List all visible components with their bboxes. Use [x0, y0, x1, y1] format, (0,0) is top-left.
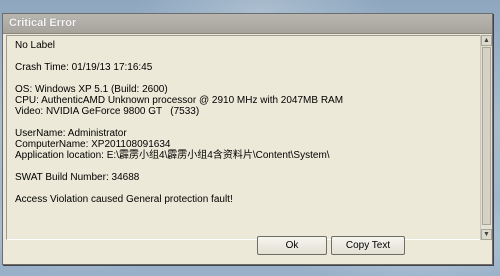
arrow-up-icon[interactable]: ▲ [481, 35, 492, 46]
window-title: Critical Error [9, 17, 77, 29]
ok-button[interactable]: Ok [257, 236, 327, 255]
scrollbar-thumb[interactable] [482, 47, 491, 225]
label-line: No Label [15, 40, 56, 51]
video-line: Video: NVIDIA GeForce 9800 GT (7533) [15, 106, 200, 117]
arrow-down-icon[interactable]: ▼ [481, 229, 492, 240]
computername-line: ComputerName: XP201108091634 [15, 139, 171, 150]
title-bar[interactable]: Critical Error [3, 14, 492, 34]
vertical-scrollbar[interactable]: ▲ ▼ [480, 35, 492, 240]
swat-build-line: SWAT Build Number: 34688 [15, 172, 140, 183]
app-location-line: Application location: E:\霹雳小组4\霹雳小组4含资料片… [15, 150, 330, 161]
crash-time-line: Crash Time: 01/19/13 17:16:45 [15, 62, 153, 73]
username-line: UserName: Administrator [15, 128, 127, 139]
error-report-text-area[interactable]: No Label Crash Time: 01/19/13 17:16:45 O… [6, 35, 482, 240]
critical-error-dialog: Critical Error No Label Crash Time: 01/1… [2, 13, 493, 265]
cpu-line: CPU: AuthenticAMD Unknown processor @ 29… [15, 95, 344, 106]
error-message-line: Access Violation caused General protecti… [15, 194, 233, 205]
os-line: OS: Windows XP 5.1 (Build: 2600) [15, 84, 168, 95]
copy-text-button[interactable]: Copy Text [331, 236, 405, 255]
